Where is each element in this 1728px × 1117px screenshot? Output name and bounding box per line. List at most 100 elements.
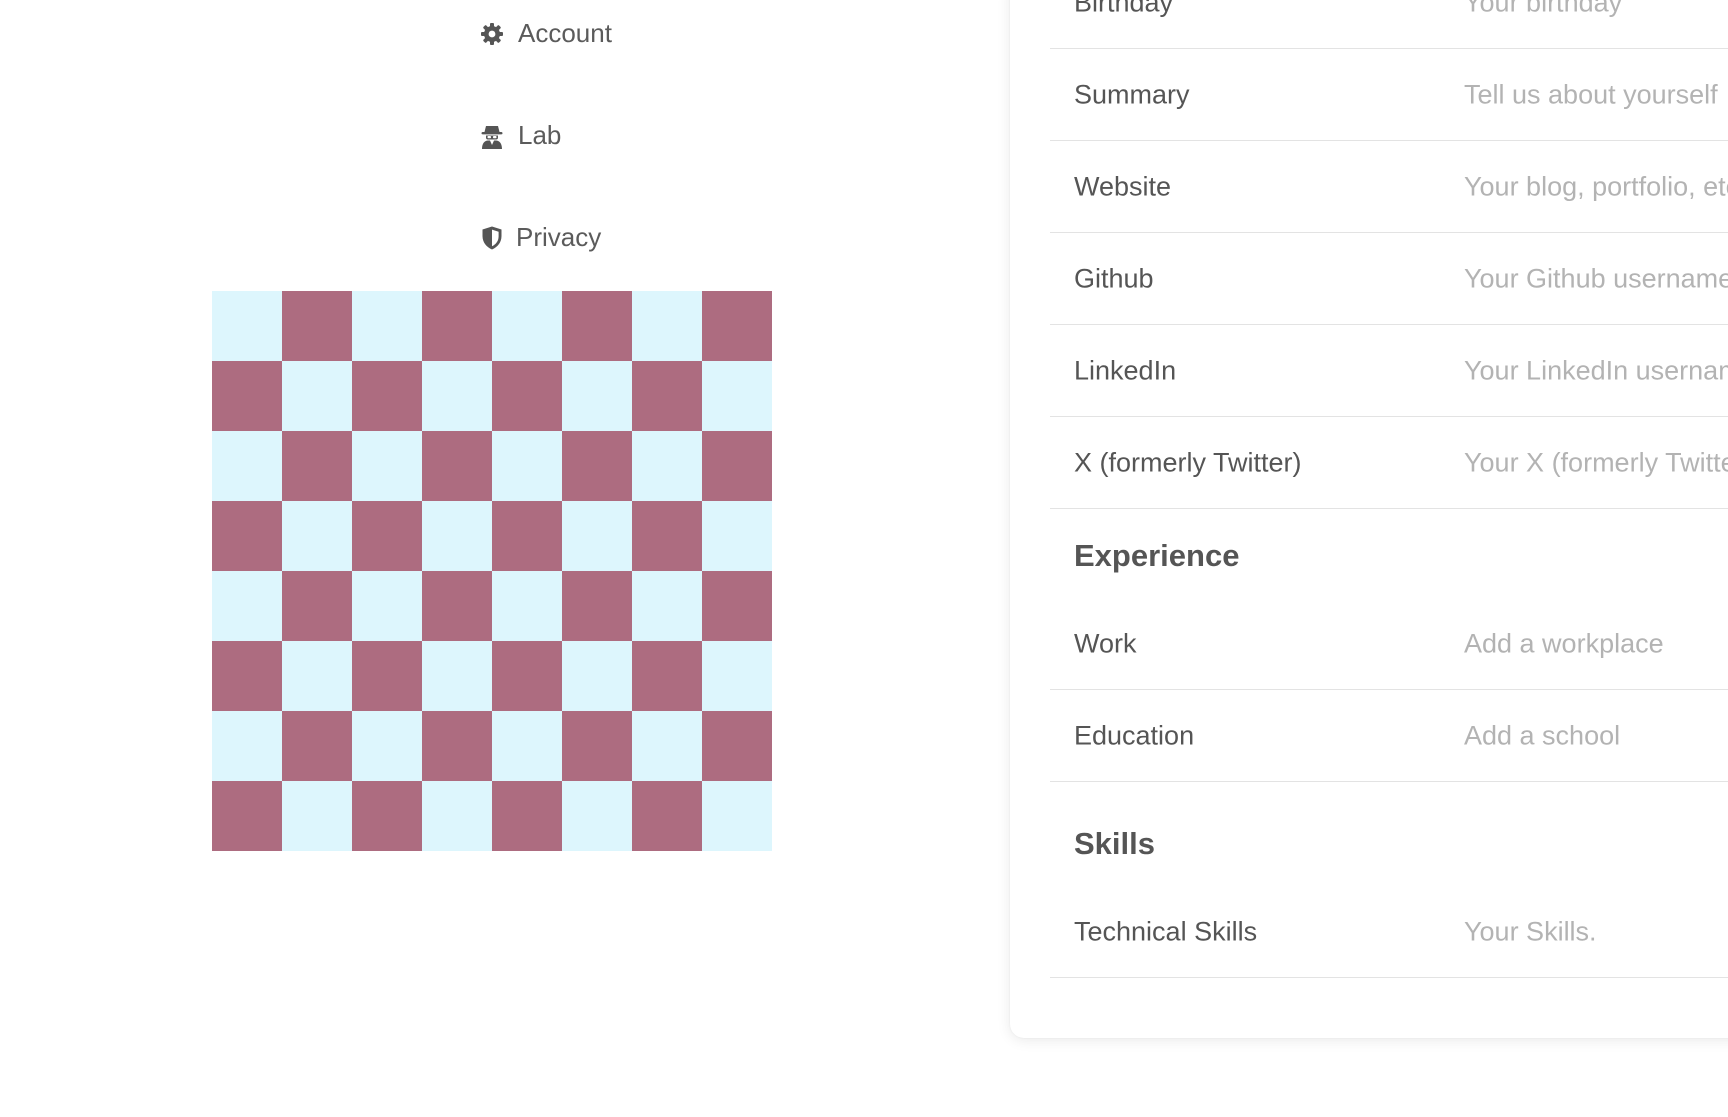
checker-square <box>562 571 632 641</box>
summary-field[interactable] <box>1464 79 1728 110</box>
checker-square <box>352 571 422 641</box>
checker-square <box>212 431 282 501</box>
checker-square <box>632 291 702 361</box>
checker-square <box>702 781 772 851</box>
birthday-field[interactable] <box>1464 0 1728 18</box>
nav-item-privacy[interactable]: Privacy <box>480 222 601 253</box>
checker-square <box>422 501 492 571</box>
work-label: Work <box>1074 628 1137 658</box>
checker-square <box>632 781 702 851</box>
checker-square <box>282 431 352 501</box>
checker-square <box>282 711 352 781</box>
checker-square <box>492 291 562 361</box>
checker-square <box>562 361 632 431</box>
checker-square <box>282 571 352 641</box>
checker-square <box>422 781 492 851</box>
work-row: Work <box>1050 598 1728 690</box>
checker-square <box>352 361 422 431</box>
nav-item-account[interactable]: Account <box>480 18 612 49</box>
checker-square <box>632 641 702 711</box>
website-field[interactable] <box>1464 171 1728 202</box>
checker-square <box>282 641 352 711</box>
checker-square <box>422 361 492 431</box>
checker-square <box>702 571 772 641</box>
checker-square <box>422 571 492 641</box>
x-twitter-field[interactable] <box>1464 447 1728 478</box>
checker-square <box>422 641 492 711</box>
checker-square <box>492 781 562 851</box>
x-twitter-row: X (formerly Twitter) <box>1050 417 1728 509</box>
checker-square <box>702 361 772 431</box>
summary-label: Summary <box>1074 79 1190 109</box>
technical-skills-field[interactable] <box>1464 916 1728 947</box>
github-row: Github <box>1050 233 1728 325</box>
checker-square <box>212 291 282 361</box>
checker-square <box>212 641 282 711</box>
checker-square <box>702 291 772 361</box>
nav-item-label: Lab <box>518 120 562 150</box>
checker-square <box>282 291 352 361</box>
checker-square <box>492 501 562 571</box>
checker-square <box>352 641 422 711</box>
website-label: Website <box>1074 171 1172 201</box>
checker-square <box>492 711 562 781</box>
experience-heading: Experience <box>1074 538 1240 573</box>
checker-square <box>352 711 422 781</box>
checker-square <box>632 501 702 571</box>
checker-square <box>212 711 282 781</box>
checker-square <box>632 431 702 501</box>
checker-square <box>562 291 632 361</box>
checker-square <box>702 431 772 501</box>
checker-square <box>282 781 352 851</box>
education-field[interactable] <box>1464 720 1728 751</box>
checker-square <box>492 641 562 711</box>
x-twitter-label: X (formerly Twitter) <box>1074 447 1302 477</box>
checker-square <box>632 361 702 431</box>
checker-square <box>702 711 772 781</box>
checker-square <box>352 781 422 851</box>
checker-square <box>352 291 422 361</box>
birthday-label: Birthday <box>1074 0 1174 17</box>
checker-square <box>632 711 702 781</box>
nav-item-label: Account <box>518 18 612 48</box>
nav-item-label: Privacy <box>516 222 602 252</box>
checker-square <box>212 501 282 571</box>
linkedin-row: LinkedIn <box>1050 325 1728 417</box>
checker-square <box>282 501 352 571</box>
spy-icon <box>480 123 504 149</box>
technical-skills-label: Technical Skills <box>1074 916 1258 946</box>
checker-square <box>562 641 632 711</box>
education-row: Education <box>1050 690 1728 782</box>
checkerboard-image <box>212 291 772 851</box>
checker-square <box>212 781 282 851</box>
checker-square <box>422 711 492 781</box>
github-label: Github <box>1074 263 1154 293</box>
checker-square <box>422 291 492 361</box>
nav-item-lab[interactable]: Lab <box>480 120 561 151</box>
technical-skills-row: Technical Skills <box>1050 886 1728 978</box>
checker-square <box>492 361 562 431</box>
checker-square <box>702 641 772 711</box>
checker-square <box>422 431 492 501</box>
gear-icon <box>480 21 504 47</box>
checker-square <box>212 361 282 431</box>
checker-square <box>562 781 632 851</box>
linkedin-field[interactable] <box>1464 355 1728 386</box>
work-field[interactable] <box>1464 628 1728 659</box>
github-field[interactable] <box>1464 263 1728 294</box>
checker-square <box>282 361 352 431</box>
checker-square <box>492 431 562 501</box>
checker-square <box>492 571 562 641</box>
linkedin-label: LinkedIn <box>1074 355 1177 385</box>
skills-heading: Skills <box>1074 826 1155 861</box>
birthday-row: Birthday <box>1050 0 1728 49</box>
education-label: Education <box>1074 720 1195 750</box>
website-row: Website <box>1050 141 1728 233</box>
profile-card: Birthday Summary Website Github LinkedIn <box>1010 0 1728 1038</box>
checker-square <box>562 501 632 571</box>
checker-square <box>562 431 632 501</box>
checker-square <box>632 571 702 641</box>
checker-square <box>352 501 422 571</box>
checker-square <box>702 501 772 571</box>
checker-square <box>352 431 422 501</box>
